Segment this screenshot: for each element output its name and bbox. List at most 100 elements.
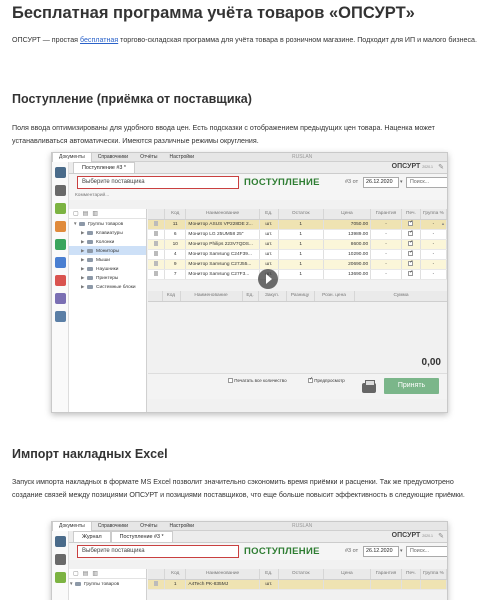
menu-documents[interactable]: Документы [52, 153, 92, 162]
tree-item[interactable]: ▼ Группы товаров [69, 579, 146, 588]
column-header[interactable]: Остаток [278, 569, 324, 580]
free-link[interactable]: бесплатная [80, 36, 118, 44]
menu-reports[interactable]: Отчёты [134, 153, 163, 162]
menu-directories[interactable]: Справочники [92, 153, 134, 162]
tree-item[interactable]: ▶ Мониторы [69, 246, 146, 255]
column-header[interactable]: Код [162, 291, 181, 302]
cell-print[interactable] [401, 269, 421, 280]
edit-icon[interactable]: ✎ [438, 532, 444, 540]
column-header[interactable]: Розн. цена [314, 291, 355, 302]
column-header[interactable]: Код [164, 209, 187, 220]
table-row[interactable]: 1 A4Tech PK-835MJ шт. [148, 579, 447, 590]
edit-icon[interactable]: ✎ [438, 163, 444, 171]
column-header[interactable]: Ед. [242, 291, 259, 302]
menu-directories[interactable]: Справочники [92, 522, 134, 531]
date-field[interactable]: 26.12.2020 [363, 177, 399, 188]
column-header[interactable]: Наименование [185, 569, 260, 580]
basket-icon[interactable] [54, 203, 66, 214]
column-header[interactable]: Ед. [259, 209, 279, 220]
menu-settings[interactable]: Настройки [164, 153, 201, 162]
column-header[interactable]: Цена [323, 209, 372, 220]
plus-icon[interactable] [54, 239, 66, 250]
table-row[interactable]: 4Монитор Samsung C24F39...шт.110290.00-- [148, 249, 447, 260]
column-header[interactable]: Группа % [420, 209, 447, 220]
column-header[interactable]: Наименование [180, 291, 243, 302]
copy-icon[interactable] [54, 311, 66, 322]
print-all-checkbox[interactable]: Печатать все количество [228, 378, 287, 384]
add-folder-icon[interactable]: ▢ [73, 210, 79, 217]
column-header[interactable]: Группа % [420, 569, 447, 580]
accept-button[interactable]: Принять [384, 378, 439, 394]
chart-icon[interactable] [54, 554, 66, 565]
scroll-up-icon[interactable]: ▲ [441, 221, 445, 226]
puzzle-icon[interactable] [54, 293, 66, 304]
book-icon[interactable] [54, 536, 66, 547]
edit-folder-icon[interactable]: ▤ [83, 570, 89, 577]
table-row[interactable]: 11Монитор ASUS VP228DE 2...шт.17050.00-- [148, 219, 447, 230]
basket-icon[interactable] [54, 572, 66, 583]
supplier-input[interactable]: Выберите поставщика [77, 176, 239, 189]
video-play-icon[interactable] [258, 269, 278, 289]
column-header[interactable]: Печ. [401, 569, 421, 580]
add-folder-icon[interactable]: ▢ [73, 570, 79, 577]
print-checkbox[interactable] [408, 269, 414, 277]
cell-print[interactable] [401, 219, 421, 230]
tab-receiving[interactable]: Поступление #3 * [73, 162, 135, 173]
column-header[interactable]: Сумма [354, 291, 447, 302]
tree-item[interactable]: ▶ Наушники [69, 264, 146, 273]
chevron-down-icon[interactable]: ▾ [400, 548, 403, 554]
cell-name: Монитор Samsung C27F3... [185, 269, 260, 280]
tree-item[interactable]: ▼ Группы товаров [69, 219, 146, 228]
supplier-input[interactable]: Выберите поставщика [77, 545, 239, 558]
date-field[interactable]: 26.12.2020 [363, 546, 399, 557]
cell-print[interactable] [401, 229, 421, 240]
table-row[interactable]: 6Монитор LG 25UM58 25"шт.113989.00-- [148, 229, 447, 240]
column-header[interactable]: Остаток [278, 209, 324, 220]
comment-field[interactable]: Комментарий... [69, 191, 447, 200]
column-header[interactable]: Код [164, 569, 187, 580]
cell-print[interactable] [401, 259, 421, 270]
tab-receiving[interactable]: Поступление #3 * [110, 531, 173, 542]
tree-item[interactable]: ▶ Колонки [69, 237, 146, 246]
column-header[interactable]: Ед. [259, 569, 279, 580]
table-row[interactable]: 10 Монитор Philips 223V7QDS... шт. 1 8600.00… [148, 239, 447, 250]
column-header[interactable]: Гарантия [370, 209, 402, 220]
product-table-header: Код Наименование Ед. Остаток Цена Гарантия Печ… [148, 209, 447, 220]
tree-item[interactable]: ▶ Системные блоки [69, 282, 146, 291]
chart-icon[interactable] [54, 185, 66, 196]
cell-print[interactable] [401, 239, 421, 250]
table-row[interactable]: 9Монитор Samsung C27J55...шт.120690.00-- [148, 259, 447, 270]
print-checkbox[interactable] [408, 239, 414, 247]
chevron-down-icon[interactable]: ▾ [400, 179, 403, 185]
tree-item[interactable]: ▶ Клавиатуры [69, 228, 146, 237]
print-checkbox[interactable] [408, 219, 414, 227]
edit-folder-icon[interactable]: ▤ [83, 210, 89, 217]
tree-item[interactable]: ▶ Принтеры [69, 273, 146, 282]
column-header[interactable]: Печ. [401, 209, 421, 220]
print-checkbox[interactable] [408, 249, 414, 257]
menu-reports[interactable]: Отчёты [134, 522, 163, 531]
tab-journal[interactable]: Журнал [73, 531, 111, 542]
column-header[interactable]: Разницу [286, 291, 315, 302]
preview-checkbox[interactable]: Предпросмотр [308, 376, 345, 384]
cell-print[interactable] [401, 249, 421, 260]
search-input[interactable]: Поиск... [406, 546, 447, 557]
search-input[interactable]: Поиск... [406, 177, 447, 188]
printer-icon[interactable] [362, 380, 376, 393]
delete-folder-icon[interactable]: ▥ [92, 570, 98, 577]
cancel-icon[interactable] [54, 275, 66, 286]
book-icon[interactable] [54, 167, 66, 178]
tree-item[interactable]: ▶ Мыши [69, 255, 146, 264]
arrow-icon[interactable] [54, 221, 66, 232]
column-header[interactable]: Наименование [185, 209, 260, 220]
table-row[interactable]: 7Монитор Samsung C27F3...шт.113690.00-- [148, 269, 447, 280]
menu-settings[interactable]: Настройки [164, 522, 201, 531]
column-header[interactable]: Гарантия [370, 569, 402, 580]
delete-folder-icon[interactable]: ▥ [92, 210, 98, 217]
transfer-icon[interactable] [54, 257, 66, 268]
menu-documents[interactable]: Документы [52, 522, 92, 531]
print-checkbox[interactable] [408, 229, 414, 237]
column-header[interactable]: Цена [323, 569, 372, 580]
column-header[interactable]: Закуп. [258, 291, 287, 302]
print-checkbox[interactable] [408, 259, 414, 267]
